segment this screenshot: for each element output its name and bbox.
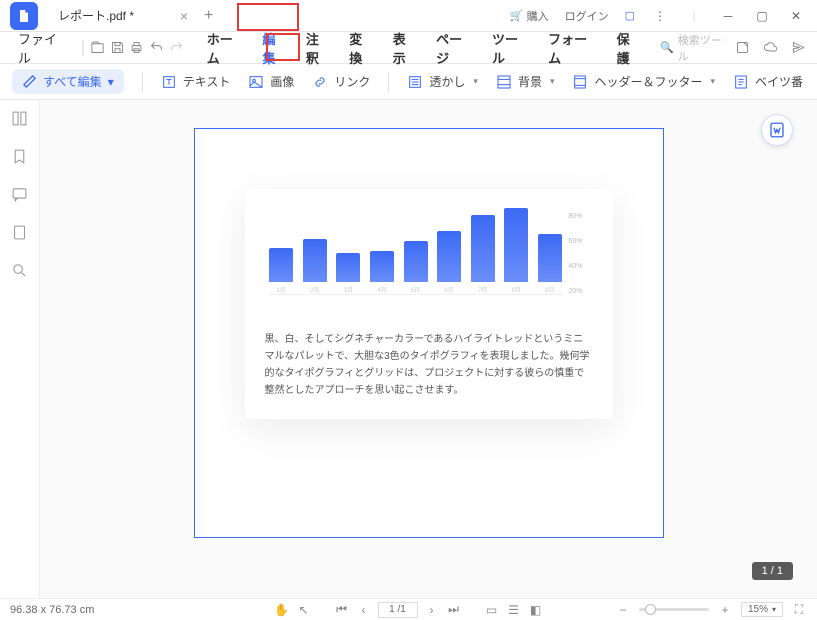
new-tab-button[interactable]: + bbox=[204, 7, 213, 25]
prev-page-icon[interactable]: ‹ bbox=[356, 602, 372, 618]
dimensions-readout: 96.38 x 76.73 cm bbox=[10, 604, 94, 616]
page-badge: 1 / 1 bbox=[752, 562, 793, 580]
login-link[interactable]: ログイン bbox=[559, 6, 615, 26]
fit-page-icon[interactable]: ⛶ bbox=[791, 602, 807, 618]
menu-protect[interactable]: 保護 bbox=[609, 25, 650, 71]
first-page-icon[interactable]: ⏮ bbox=[334, 602, 350, 618]
close-button[interactable]: ✕ bbox=[781, 1, 811, 31]
link-tool[interactable]: リンク bbox=[312, 73, 370, 90]
image-tool[interactable]: 画像 bbox=[248, 73, 294, 90]
close-tab-icon[interactable]: × bbox=[180, 8, 188, 24]
minimize-button[interactable]: ─ bbox=[713, 1, 743, 31]
menu-annotate[interactable]: 注釈 bbox=[298, 25, 339, 71]
menu-page[interactable]: ページ bbox=[428, 25, 482, 71]
watermark-tool[interactable]: 透かし▾ bbox=[407, 73, 478, 90]
menu-form[interactable]: フォーム bbox=[540, 25, 606, 71]
maximize-button[interactable]: ▢ bbox=[747, 1, 777, 31]
select-tool-icon[interactable]: ↖ bbox=[296, 602, 312, 618]
share-icon[interactable] bbox=[733, 39, 751, 57]
separator bbox=[142, 72, 143, 92]
menu-view[interactable]: 表示 bbox=[385, 25, 426, 71]
zoom-value[interactable]: 15% ▾ bbox=[741, 602, 783, 617]
bar-chart: 80% 60% 40% 20% 1月2月3月4月5月6月7月8月9月 bbox=[265, 213, 593, 313]
menu-tool[interactable]: ツール bbox=[484, 25, 538, 71]
page-indicator[interactable]: 1 /1 bbox=[378, 602, 418, 618]
header-footer-tool[interactable]: ヘッダー＆フッター▾ bbox=[572, 73, 715, 90]
text-tool[interactable]: テキスト bbox=[161, 73, 231, 90]
two-page-view-icon[interactable]: ◧ bbox=[528, 602, 544, 618]
document-paragraph: 黒、白、そしてシグネチャーカラーであるハイライトレッドというミニマルなパレットで… bbox=[265, 331, 593, 399]
undo-icon[interactable] bbox=[148, 39, 166, 57]
menu-home[interactable]: ホーム bbox=[199, 25, 253, 71]
next-page-icon[interactable]: › bbox=[424, 602, 440, 618]
separator: | bbox=[81, 39, 85, 57]
single-view-icon[interactable]: ▭ bbox=[484, 602, 500, 618]
print-icon[interactable] bbox=[128, 39, 146, 57]
canvas[interactable]: 80% 60% 40% 20% 1月2月3月4月5月6月7月8月9月 黒、白、そ… bbox=[40, 100, 817, 598]
sidebar-left bbox=[0, 100, 40, 598]
zoom-out-icon[interactable]: − bbox=[615, 602, 631, 618]
notification-icon[interactable]: ▢ bbox=[619, 7, 641, 24]
zoom-thumb[interactable] bbox=[645, 604, 656, 615]
menu-convert[interactable]: 変換 bbox=[341, 25, 382, 71]
cloud-icon[interactable] bbox=[761, 39, 779, 57]
divider: | bbox=[679, 1, 709, 31]
tab-title: レポート.pdf * bbox=[58, 7, 134, 24]
send-icon[interactable] bbox=[789, 39, 807, 57]
open-icon[interactable] bbox=[89, 39, 107, 57]
search-tools[interactable]: 🔍 検索ツール bbox=[660, 32, 731, 64]
search-panel-icon[interactable] bbox=[10, 260, 30, 280]
save-icon[interactable] bbox=[109, 39, 127, 57]
bookmark-icon[interactable] bbox=[10, 146, 30, 166]
background-tool[interactable]: 背景▾ bbox=[496, 73, 555, 90]
document-page[interactable]: 80% 60% 40% 20% 1月2月3月4月5月6月7月8月9月 黒、白、そ… bbox=[194, 128, 664, 538]
menu-edit[interactable]: 編集 bbox=[254, 25, 295, 71]
menu-file[interactable]: ファイル bbox=[10, 25, 77, 71]
word-export-button[interactable] bbox=[761, 114, 793, 146]
chart-bars: 1月2月3月4月5月6月7月8月9月 bbox=[269, 213, 563, 295]
attachment-icon[interactable] bbox=[10, 222, 30, 242]
separator bbox=[388, 72, 389, 92]
hand-tool-icon[interactable]: ✋ bbox=[274, 602, 290, 618]
zoom-in-icon[interactable]: + bbox=[717, 602, 733, 618]
buy-link[interactable]: 🛒購入 bbox=[504, 6, 555, 26]
edit-all-button[interactable]: すべて編集 ▾ bbox=[12, 69, 124, 94]
zoom-slider[interactable] bbox=[639, 608, 709, 611]
redo-icon[interactable] bbox=[167, 39, 185, 57]
last-page-icon[interactable]: ⏭ bbox=[446, 602, 462, 618]
chart-y-axis: 80% 60% 40% 20% bbox=[569, 213, 593, 295]
bates-tool[interactable]: ベイツ番 bbox=[733, 73, 803, 90]
continuous-view-icon[interactable]: ☰ bbox=[506, 602, 522, 618]
chevron-down-icon: ▾ bbox=[108, 75, 114, 89]
document-content: 80% 60% 40% 20% 1月2月3月4月5月6月7月8月9月 黒、白、そ… bbox=[245, 189, 613, 419]
thumbnail-icon[interactable] bbox=[10, 108, 30, 128]
edit-all-label: すべて編集 bbox=[43, 73, 102, 90]
comment-icon[interactable] bbox=[10, 184, 30, 204]
